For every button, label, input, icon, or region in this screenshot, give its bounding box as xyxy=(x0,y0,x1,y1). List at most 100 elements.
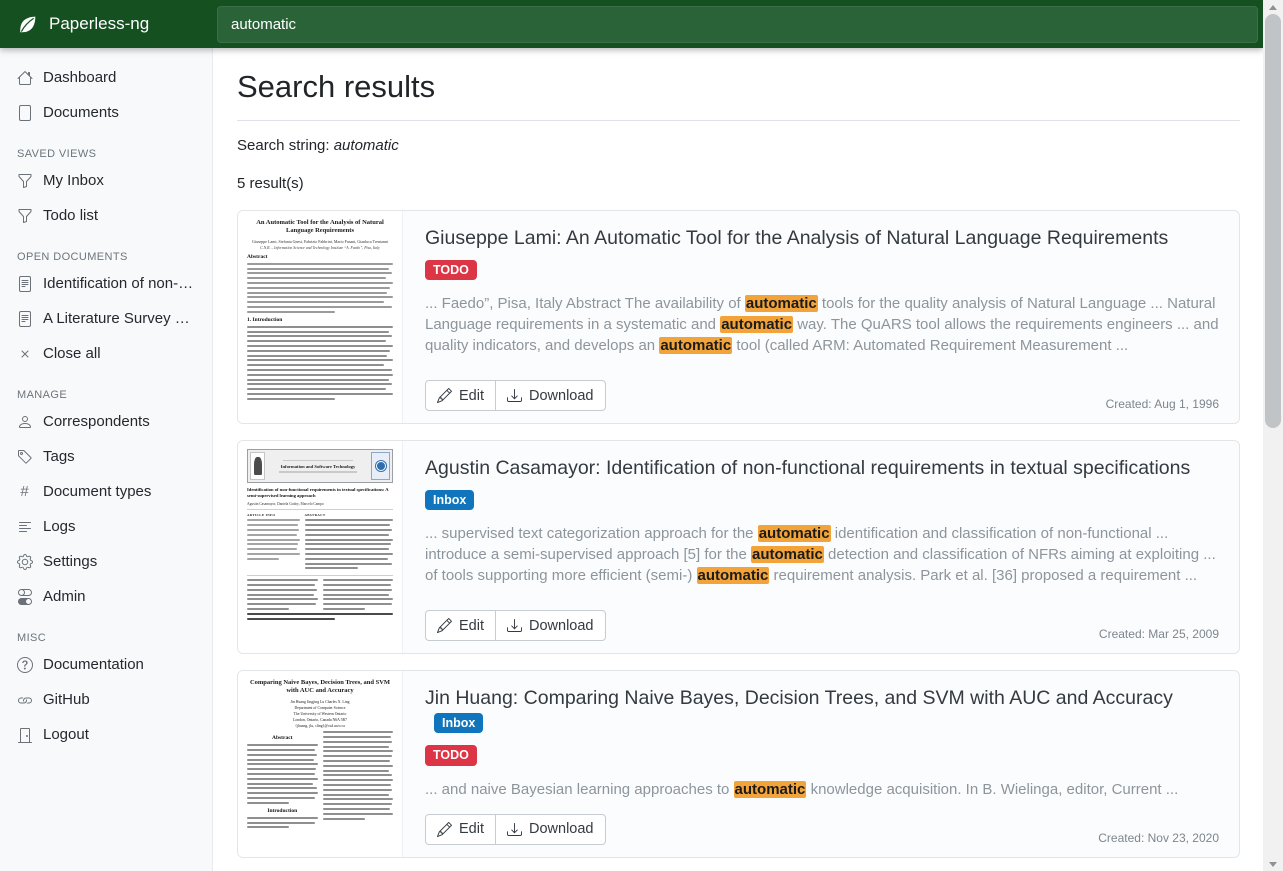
search-result-card: Information and Software TechnologyIdent… xyxy=(237,440,1240,654)
result-actions: EditDownload xyxy=(425,610,606,641)
decor xyxy=(247,326,393,328)
result-title-link[interactable]: Giuseppe Lami: An Automatic Tool for the… xyxy=(425,227,1168,249)
decor xyxy=(247,589,317,591)
sidebar-item-documentation[interactable]: Documentation xyxy=(0,647,212,682)
decor xyxy=(247,539,300,541)
edit-button[interactable]: Edit xyxy=(425,610,496,641)
decor xyxy=(283,460,353,462)
download-button[interactable]: Download xyxy=(495,610,606,641)
decor xyxy=(17,727,33,743)
decor xyxy=(247,787,317,789)
decor: Information and Software Technology xyxy=(247,449,393,483)
sidebar-item-close-all[interactable]: Close all xyxy=(0,336,212,371)
sidebar-item-logout[interactable]: Logout xyxy=(0,717,212,752)
snippet-text: ... supervised text categorization appro… xyxy=(425,525,758,542)
decor xyxy=(323,755,392,757)
down-triangle-icon xyxy=(1269,862,1277,867)
edit-button[interactable]: Edit xyxy=(425,814,496,845)
sidebar-item-document-types[interactable]: #Document types xyxy=(0,474,212,509)
sidebar-item-open-document-2[interactable]: A Literature Survey on ... xyxy=(0,301,212,336)
decor xyxy=(323,746,390,748)
decor xyxy=(437,618,452,633)
document-thumbnail[interactable]: Information and Software TechnologyIdent… xyxy=(238,441,403,653)
decor xyxy=(376,461,386,471)
decor xyxy=(323,798,394,800)
pencil-icon xyxy=(437,388,452,403)
sidebar-item-label: A Literature Survey on ... xyxy=(43,310,196,327)
decor xyxy=(323,779,394,781)
decor xyxy=(18,450,32,464)
sidebar-item-todo-list[interactable]: Todo list xyxy=(0,198,212,233)
sidebar-item-open-document-1[interactable]: Identification of non-fu... xyxy=(0,266,212,301)
result-title-link[interactable]: Jin Huang: Comparing Naive Bayes, Decisi… xyxy=(425,687,1173,709)
search-string-label: Search string: xyxy=(237,137,334,154)
decor xyxy=(247,534,297,536)
badge-row: Inbox xyxy=(425,490,1219,511)
decor xyxy=(323,584,391,586)
decor xyxy=(323,579,394,613)
decor xyxy=(437,618,452,633)
decor xyxy=(21,558,27,564)
decor xyxy=(17,414,33,430)
decor xyxy=(17,173,33,189)
decor xyxy=(323,598,394,600)
decor xyxy=(20,452,23,455)
scrollbar[interactable] xyxy=(1263,0,1283,871)
decor xyxy=(305,539,393,541)
result-snippet: ... Faedo”, Pisa, Italy Abstract The ava… xyxy=(425,293,1219,356)
decor: ARTICLE INFO xyxy=(247,513,300,572)
brand-link[interactable]: Paperless-ng xyxy=(0,0,213,48)
sidebar-item-documents[interactable]: Documents xyxy=(0,95,212,130)
sidebar-item-github[interactable]: GitHub xyxy=(0,682,212,717)
result-title: Agustin Casamayor: Identification of non… xyxy=(425,456,1219,482)
decor xyxy=(17,311,33,327)
result-body: Giuseppe Lami: An Automatic Tool for the… xyxy=(403,211,1239,423)
tag-icon xyxy=(16,448,33,465)
document-thumbnail[interactable]: An Automatic Tool for the Analysis of Na… xyxy=(238,211,403,423)
scrollbar-up-arrow[interactable] xyxy=(1263,0,1283,14)
decor: ARTICLE INFO xyxy=(247,513,300,517)
sidebar-item-admin[interactable]: Admin xyxy=(0,579,212,614)
decor xyxy=(323,803,392,805)
scrollbar-down-arrow[interactable] xyxy=(1263,857,1283,871)
decor xyxy=(247,763,318,765)
sidebar-item-dashboard[interactable]: Dashboard xyxy=(0,60,212,95)
document-thumbnail[interactable]: Comparing Naive Bayes, Decision Trees, a… xyxy=(238,671,403,857)
sidebar-item-label: Documents xyxy=(43,104,119,121)
pencil-icon xyxy=(437,822,452,837)
decor xyxy=(323,579,394,581)
sidebar-item-logs[interactable]: Logs xyxy=(0,509,212,544)
download-button[interactable]: Download xyxy=(495,814,606,845)
decor xyxy=(250,452,265,480)
global-search-input[interactable] xyxy=(217,6,1258,43)
result-title: Jin Huang: Comparing Naive Bayes, Decisi… xyxy=(425,686,1219,737)
result-title-link[interactable]: Agustin Casamayor: Identification of non… xyxy=(425,457,1190,479)
decor xyxy=(17,70,33,86)
result-footer: EditDownloadCreated: Mar 25, 2009 xyxy=(425,596,1219,641)
decor xyxy=(247,759,314,761)
decor xyxy=(323,608,365,610)
sidebar-item-correspondents[interactable]: Correspondents xyxy=(0,404,212,439)
person-icon xyxy=(16,413,33,430)
decor xyxy=(247,301,384,303)
sidebar-item-my-inbox[interactable]: My Inbox xyxy=(0,163,212,198)
edit-button[interactable]: Edit xyxy=(425,380,496,411)
toggles-icon xyxy=(16,588,33,605)
decor xyxy=(323,818,365,820)
sidebar-item-settings[interactable]: Settings xyxy=(0,544,212,579)
scrollbar-thumb[interactable] xyxy=(1265,14,1281,428)
decor xyxy=(17,692,33,708)
link-icon xyxy=(16,691,33,708)
decor xyxy=(305,543,392,545)
decor xyxy=(247,355,387,357)
sidebar-item-tags[interactable]: Tags xyxy=(0,439,212,474)
sidebar-item-label: Correspondents xyxy=(43,413,150,430)
sidebar-item-label: GitHub xyxy=(43,691,90,708)
sidebar-item-label: Tags xyxy=(43,448,75,465)
decor xyxy=(437,822,452,837)
sidebar-item-label: Documentation xyxy=(43,656,144,673)
decor xyxy=(247,792,318,794)
decor xyxy=(247,768,316,770)
main-content: Search results Search string: automatic … xyxy=(213,48,1263,871)
download-button[interactable]: Download xyxy=(495,380,606,411)
